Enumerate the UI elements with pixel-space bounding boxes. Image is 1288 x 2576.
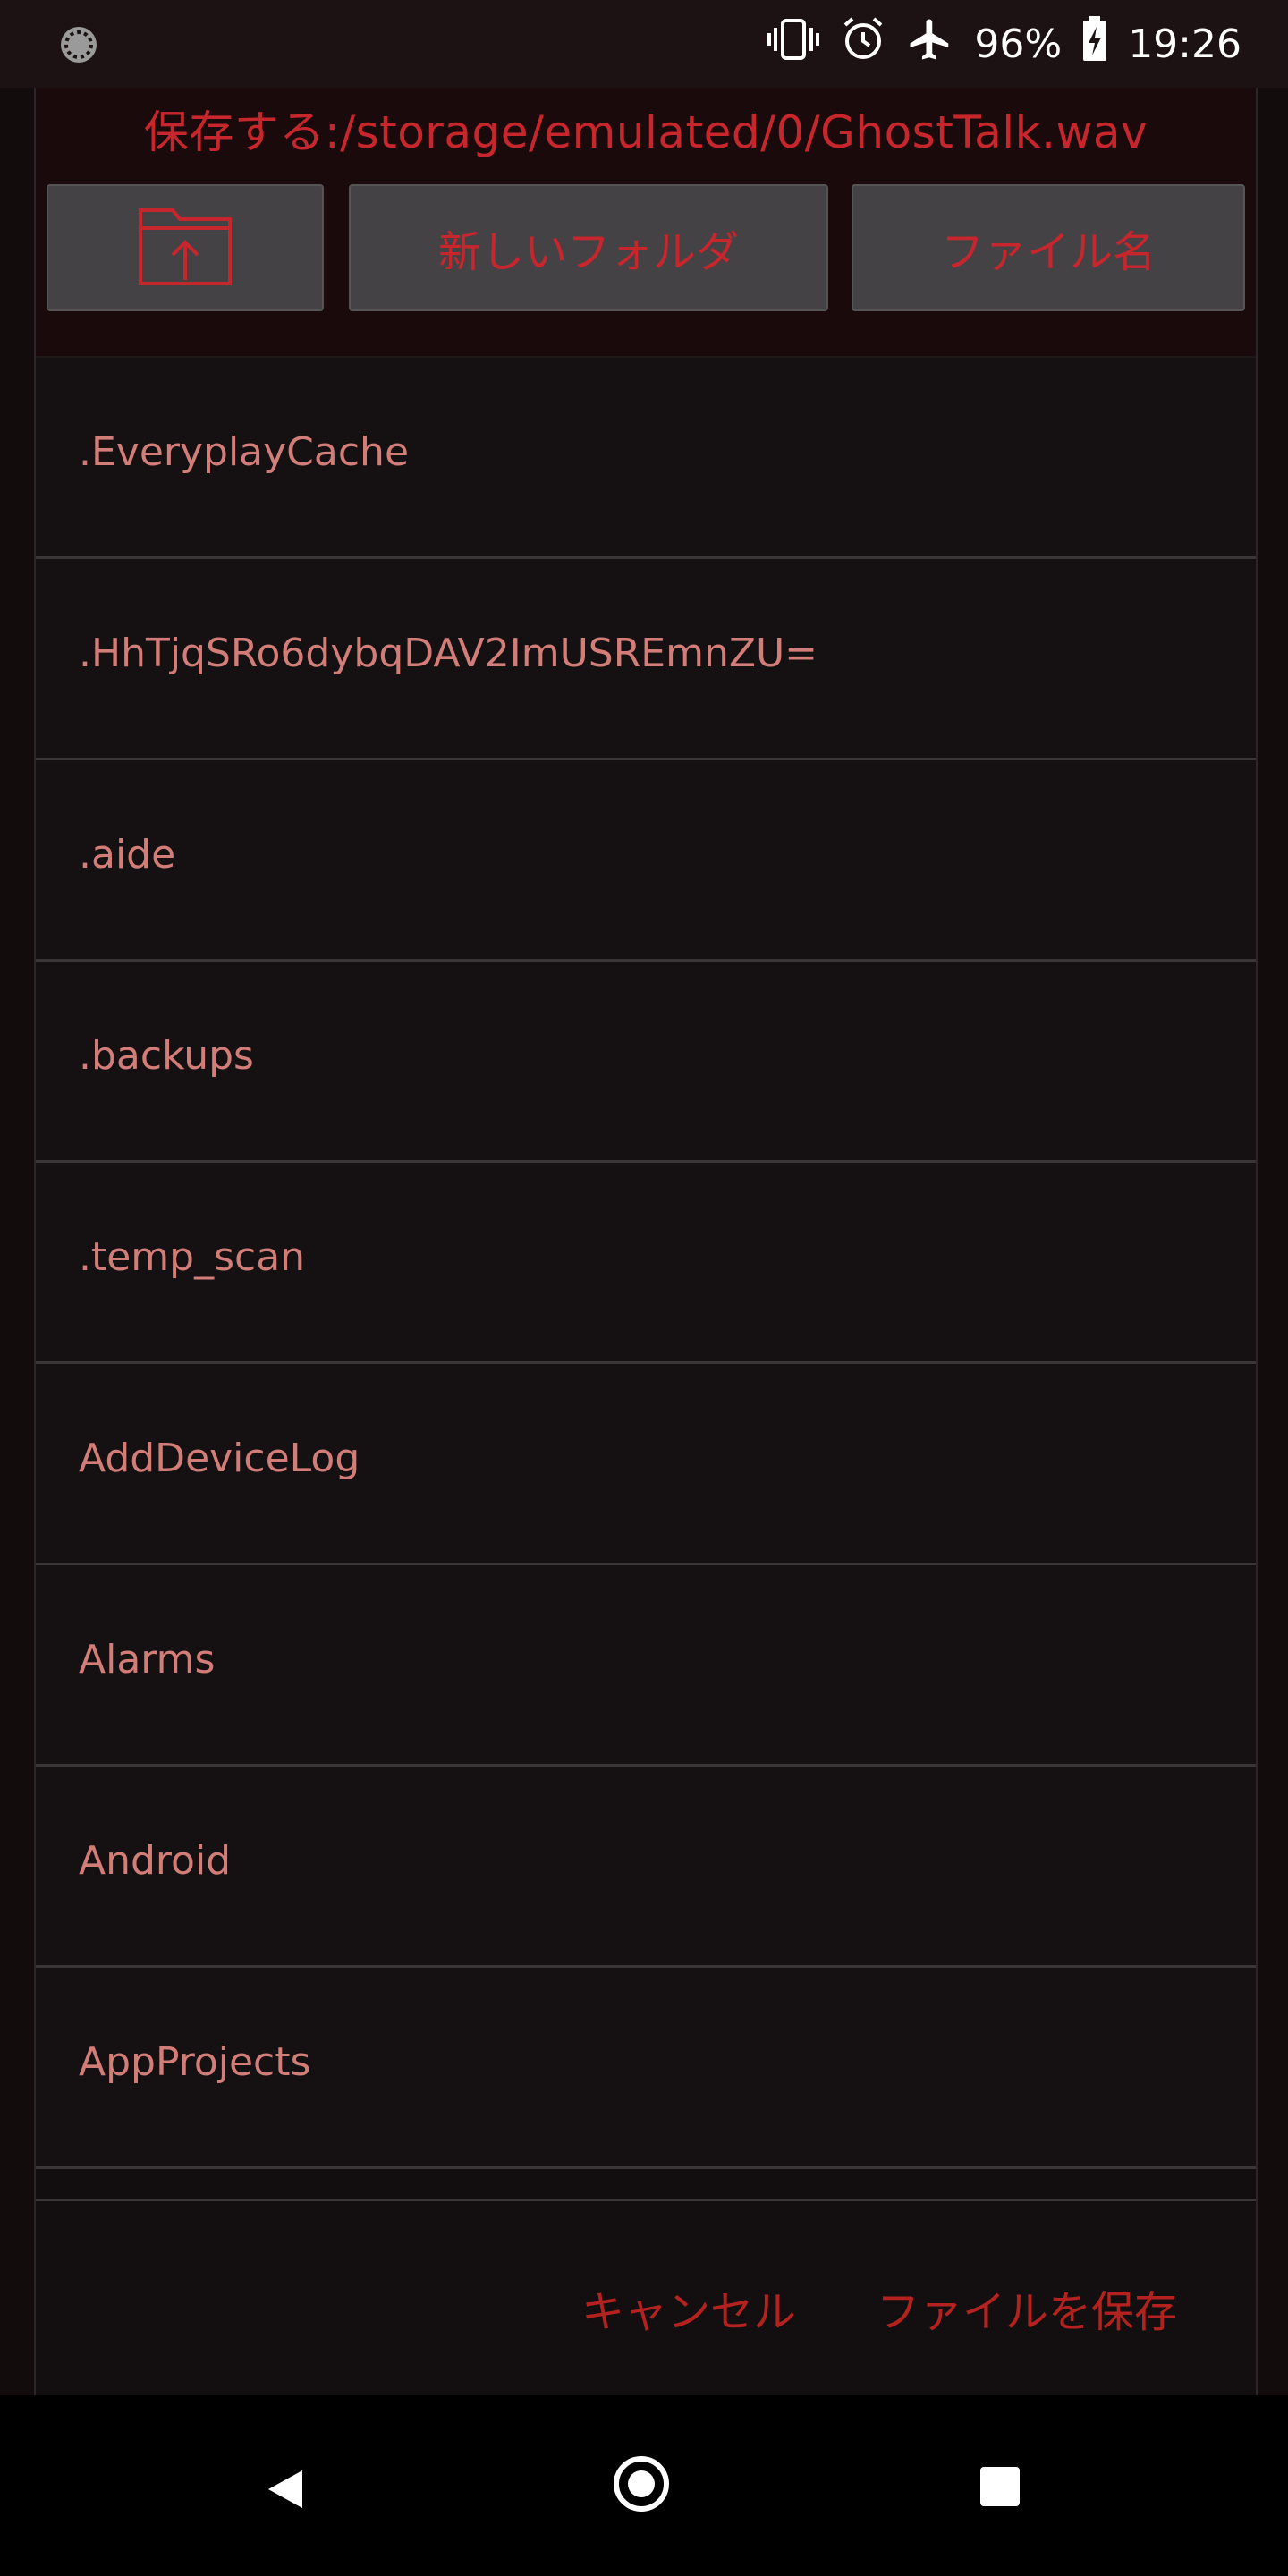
battery-charging-icon [1081,15,1108,72]
airplane-icon [906,15,954,73]
vibrate-icon [767,17,820,72]
clock: 19:26 [1128,21,1241,67]
file-name-button[interactable]: ファイル名 [852,184,1245,311]
list-item-label: .temp_scan [79,1234,306,1280]
recents-icon[interactable] [980,2467,1020,2506]
save-file-dialog: 保存する:/storage/emulated/0/GhostTalk.wav 新… [34,88,1258,2397]
list-item[interactable]: .backups [36,962,1256,1163]
status-bar: 96% 19:26 [0,0,1288,88]
list-item-label: Android [79,1838,232,1884]
folder-up-button[interactable] [47,184,324,311]
dialog-title: 保存する:/storage/emulated/0/GhostTalk.wav [143,106,1148,158]
list-item[interactable]: Android [36,1767,1256,1968]
dialog-footer: キャンセル ファイルを保存 [36,2199,1256,2396]
list-item-label: .backups [79,1033,254,1079]
loading-icon [57,23,100,66]
list-item[interactable]: .HhTjqSRo6dybqDAV2ImUSREmnZU= [36,559,1256,760]
home-icon[interactable] [614,2456,669,2512]
list-item[interactable]: .aide [36,760,1256,962]
dialog-header: 保存する:/storage/emulated/0/GhostTalk.wav 新… [36,88,1256,356]
list-item[interactable]: .temp_scan [36,1163,1256,1364]
cancel-button[interactable]: キャンセル [581,2276,796,2339]
folder-list[interactable]: .EveryplayCache .HhTjqSRo6dybqDAV2ImUSRE… [36,356,1256,2272]
folder-up-icon [137,198,233,298]
list-item-label: .aide [79,832,176,877]
list-item[interactable]: .EveryplayCache [36,358,1256,559]
list-item-label: AddDeviceLog [79,1436,360,1481]
list-item-label: AppProjects [79,2039,311,2085]
new-folder-button[interactable]: 新しいフォルダ [349,184,828,311]
alarm-icon [840,16,886,72]
list-item[interactable]: AppProjects [36,1968,1256,2169]
list-item-label: .HhTjqSRo6dybqDAV2ImUSREmnZU= [79,631,818,676]
navigation-bar [0,2395,1288,2576]
list-item[interactable]: AddDeviceLog [36,1364,1256,1565]
list-item[interactable]: Alarms [36,1565,1256,1767]
battery-percent: 96% [974,21,1063,67]
back-icon[interactable] [265,2467,306,2515]
list-item-label: Alarms [79,1637,216,1682]
list-item-label: .EveryplayCache [79,429,410,475]
save-file-button[interactable]: ファイルを保存 [877,2276,1177,2339]
